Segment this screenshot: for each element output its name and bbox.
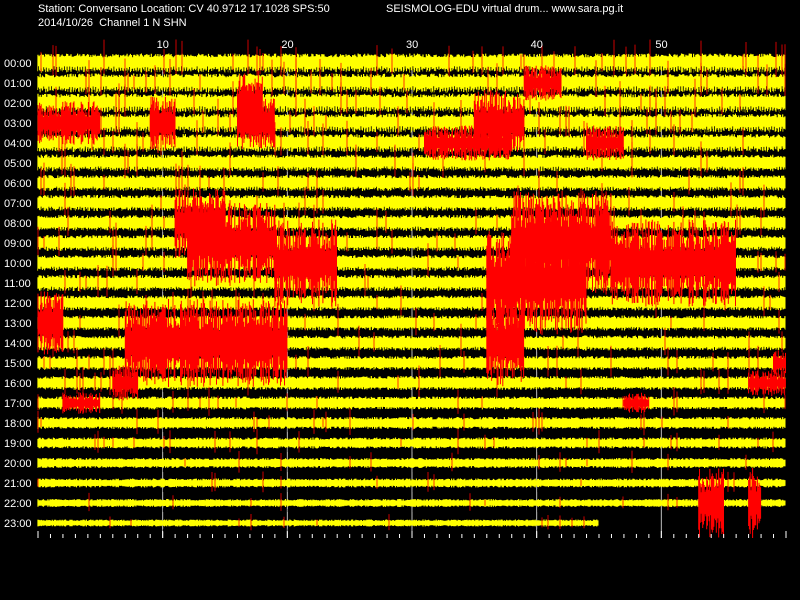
hour-label-09:00: 09:00 [4,238,32,250]
event-burst-16 [486,299,525,387]
hour-label-04:00: 04:00 [4,138,32,150]
trace-row-18:00 [37,417,786,429]
event-burst-15 [124,299,288,387]
hour-label-10:00: 10:00 [4,258,32,270]
event-burst-22 [698,468,724,538]
hour-label-06:00: 06:00 [4,178,32,190]
minute-tick-30: 30 [406,39,418,51]
minute-tick-10: 10 [157,39,169,51]
hour-label-20:00: 20:00 [4,458,32,470]
hour-label-17:00: 17:00 [4,398,32,410]
hour-label-21:00: 21:00 [4,478,32,490]
minute-tick-40: 40 [531,39,543,51]
hour-label-07:00: 07:00 [4,198,32,210]
trace-row-20:00 [37,458,786,468]
event-burst-23 [748,468,762,538]
hour-label-14:00: 14:00 [4,338,32,350]
hour-label-03:00: 03:00 [4,118,32,130]
trace-row-21:00 [37,478,786,488]
helicorder-chart: 10 20 30 40 50 00:00 01:00 02:00 03:00 04:00 05:0… [2,39,787,538]
hour-label-02:00: 02:00 [4,98,32,110]
hour-label-23:00: 23:00 [4,518,32,530]
trace-row-19:00 [37,437,786,449]
hour-label-01:00: 01:00 [4,78,32,90]
hour-label-15:00: 15:00 [4,358,32,370]
trace-row-17:00 [37,396,786,410]
hour-label-00:00: 00:00 [4,58,32,70]
trace-gaps-23:00 [38,528,598,532]
hour-labels: 00:00 01:00 02:00 03:00 04:00 05:00 06:00 07:00… [2,56,33,530]
event-burst-9 [187,199,276,287]
minute-tick-50: 50 [655,39,667,51]
hour-label-08:00: 08:00 [4,218,32,230]
hour-label-22:00: 22:00 [4,498,32,510]
hour-label-19:00: 19:00 [4,438,32,450]
event-burst-20 [748,369,786,397]
hour-label-05:00: 05:00 [4,158,32,170]
event-burst-12 [611,219,736,307]
hour-label-12:00: 12:00 [4,298,32,310]
event-burst-19 [623,392,650,414]
event-burst-18 [62,392,101,414]
minute-tick-20: 20 [281,39,293,51]
trace-row-23:00 [37,519,599,527]
hour-label-11:00: 11:00 [4,278,31,290]
hour-label-18:00: 18:00 [4,418,32,430]
trace-row-22:00 [37,499,786,507]
hour-label-13:00: 13:00 [4,318,32,330]
hour-label-16:00: 16:00 [4,378,32,390]
